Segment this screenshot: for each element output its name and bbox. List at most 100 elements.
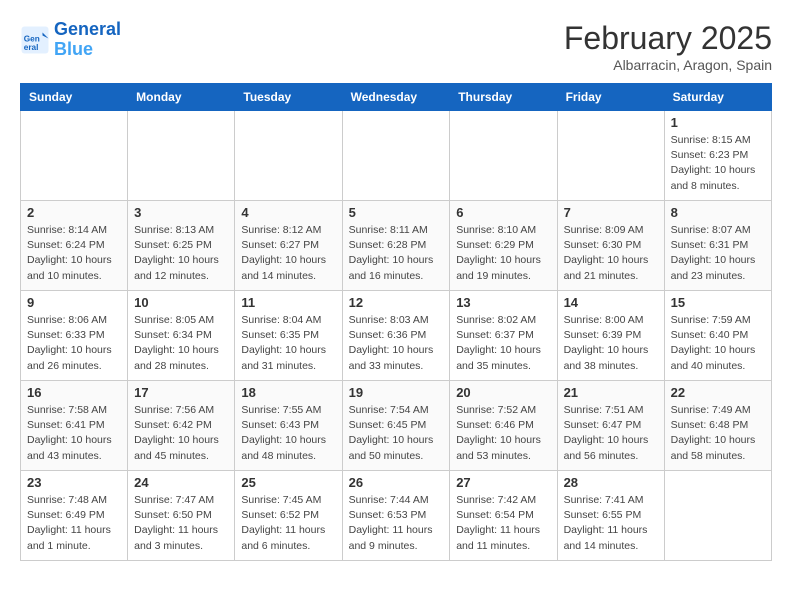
day-info: Sunrise: 8:13 AM Sunset: 6:25 PM Dayligh…	[134, 223, 228, 284]
day-info: Sunrise: 7:52 AM Sunset: 6:46 PM Dayligh…	[456, 403, 550, 464]
calendar-cell: 27 Sunrise: 7:42 AM Sunset: 6:54 PM Dayli…	[450, 471, 557, 561]
calendar-cell: 18 Sunrise: 7:55 AM Sunset: 6:43 PM Dayli…	[235, 381, 342, 471]
day-number: 6	[456, 205, 550, 220]
calendar-cell: 4 Sunrise: 8:12 AM Sunset: 6:27 PM Daylig…	[235, 201, 342, 291]
day-number: 26	[349, 475, 444, 490]
day-info: Sunrise: 8:03 AM Sunset: 6:36 PM Dayligh…	[349, 313, 444, 374]
day-info: Sunrise: 7:59 AM Sunset: 6:40 PM Dayligh…	[671, 313, 765, 374]
day-number: 1	[671, 115, 765, 130]
day-number: 16	[27, 385, 121, 400]
day-info: Sunrise: 8:12 AM Sunset: 6:27 PM Dayligh…	[241, 223, 335, 284]
weekday-header-thursday: Thursday	[450, 84, 557, 111]
calendar-cell: 21 Sunrise: 7:51 AM Sunset: 6:47 PM Dayli…	[557, 381, 664, 471]
day-info: Sunrise: 8:11 AM Sunset: 6:28 PM Dayligh…	[349, 223, 444, 284]
calendar-cell	[557, 111, 664, 201]
weekday-header-monday: Monday	[128, 84, 235, 111]
calendar-cell: 22Sunrise: 7:49 AM Sunset: 6:48 PM Dayli…	[664, 381, 771, 471]
weekday-header-wednesday: Wednesday	[342, 84, 450, 111]
day-info: Sunrise: 7:47 AM Sunset: 6:50 PM Dayligh…	[134, 493, 228, 554]
calendar-cell: 28 Sunrise: 7:41 AM Sunset: 6:55 PM Dayli…	[557, 471, 664, 561]
day-info: Sunrise: 7:42 AM Sunset: 6:54 PM Dayligh…	[456, 493, 550, 554]
logo: Gen eral GeneralBlue	[20, 20, 121, 60]
weekday-header-saturday: Saturday	[664, 84, 771, 111]
day-number: 3	[134, 205, 228, 220]
month-title: February 2025	[564, 20, 772, 57]
calendar-cell: 16 Sunrise: 7:58 AM Sunset: 6:41 PM Dayli…	[21, 381, 128, 471]
calendar-cell: 23 Sunrise: 7:48 AM Sunset: 6:49 PM Dayli…	[21, 471, 128, 561]
day-number: 14	[564, 295, 658, 310]
weekday-header-tuesday: Tuesday	[235, 84, 342, 111]
calendar-cell: 9 Sunrise: 8:06 AM Sunset: 6:33 PM Daylig…	[21, 291, 128, 381]
day-info: Sunrise: 8:05 AM Sunset: 6:34 PM Dayligh…	[134, 313, 228, 374]
calendar-cell: 12 Sunrise: 8:03 AM Sunset: 6:36 PM Dayli…	[342, 291, 450, 381]
calendar-cell: 2 Sunrise: 8:14 AM Sunset: 6:24 PM Daylig…	[21, 201, 128, 291]
day-number: 17	[134, 385, 228, 400]
day-info: Sunrise: 8:10 AM Sunset: 6:29 PM Dayligh…	[456, 223, 550, 284]
week-row-5: 23 Sunrise: 7:48 AM Sunset: 6:49 PM Dayli…	[21, 471, 772, 561]
day-info: Sunrise: 7:51 AM Sunset: 6:47 PM Dayligh…	[564, 403, 658, 464]
location-subtitle: Albarracin, Aragon, Spain	[564, 57, 772, 73]
day-info: Sunrise: 7:54 AM Sunset: 6:45 PM Dayligh…	[349, 403, 444, 464]
week-row-3: 9 Sunrise: 8:06 AM Sunset: 6:33 PM Daylig…	[21, 291, 772, 381]
day-number: 8	[671, 205, 765, 220]
calendar-cell: 13 Sunrise: 8:02 AM Sunset: 6:37 PM Dayli…	[450, 291, 557, 381]
day-number: 25	[241, 475, 335, 490]
day-info: Sunrise: 8:15 AM Sunset: 6:23 PM Dayligh…	[671, 133, 765, 194]
day-info: Sunrise: 7:41 AM Sunset: 6:55 PM Dayligh…	[564, 493, 658, 554]
calendar-cell	[128, 111, 235, 201]
day-info: Sunrise: 7:58 AM Sunset: 6:41 PM Dayligh…	[27, 403, 121, 464]
week-row-4: 16 Sunrise: 7:58 AM Sunset: 6:41 PM Dayli…	[21, 381, 772, 471]
calendar-cell	[235, 111, 342, 201]
calendar-cell: 19Sunrise: 7:54 AM Sunset: 6:45 PM Dayli…	[342, 381, 450, 471]
day-number: 7	[564, 205, 658, 220]
calendar-cell: 10 Sunrise: 8:05 AM Sunset: 6:34 PM Dayli…	[128, 291, 235, 381]
calendar-cell: 3 Sunrise: 8:13 AM Sunset: 6:25 PM Daylig…	[128, 201, 235, 291]
calendar-cell	[450, 111, 557, 201]
weekday-header-row: SundayMondayTuesdayWednesdayThursdayFrid…	[21, 84, 772, 111]
day-info: Sunrise: 8:04 AM Sunset: 6:35 PM Dayligh…	[241, 313, 335, 374]
calendar-cell: 20Sunrise: 7:52 AM Sunset: 6:46 PM Dayli…	[450, 381, 557, 471]
day-number: 18	[241, 385, 335, 400]
calendar-cell: 8 Sunrise: 8:07 AM Sunset: 6:31 PM Daylig…	[664, 201, 771, 291]
day-number: 5	[349, 205, 444, 220]
logo-text: GeneralBlue	[54, 20, 121, 60]
day-number: 2	[27, 205, 121, 220]
calendar-cell: 14Sunrise: 8:00 AM Sunset: 6:39 PM Dayli…	[557, 291, 664, 381]
title-area: February 2025 Albarracin, Aragon, Spain	[564, 20, 772, 73]
svg-text:eral: eral	[24, 43, 39, 52]
calendar-cell: 15Sunrise: 7:59 AM Sunset: 6:40 PM Dayli…	[664, 291, 771, 381]
day-number: 12	[349, 295, 444, 310]
day-number: 21	[564, 385, 658, 400]
calendar-cell: 24 Sunrise: 7:47 AM Sunset: 6:50 PM Dayli…	[128, 471, 235, 561]
day-info: Sunrise: 8:02 AM Sunset: 6:37 PM Dayligh…	[456, 313, 550, 374]
day-info: Sunrise: 7:55 AM Sunset: 6:43 PM Dayligh…	[241, 403, 335, 464]
day-number: 28	[564, 475, 658, 490]
calendar-cell: 25Sunrise: 7:45 AM Sunset: 6:52 PM Dayli…	[235, 471, 342, 561]
day-number: 22	[671, 385, 765, 400]
day-info: Sunrise: 8:14 AM Sunset: 6:24 PM Dayligh…	[27, 223, 121, 284]
day-number: 11	[241, 295, 335, 310]
day-number: 27	[456, 475, 550, 490]
day-info: Sunrise: 8:06 AM Sunset: 6:33 PM Dayligh…	[27, 313, 121, 374]
day-number: 24	[134, 475, 228, 490]
weekday-header-friday: Friday	[557, 84, 664, 111]
calendar-cell: 26 Sunrise: 7:44 AM Sunset: 6:53 PM Dayli…	[342, 471, 450, 561]
day-number: 13	[456, 295, 550, 310]
calendar-cell: 1 Sunrise: 8:15 AM Sunset: 6:23 PM Daylig…	[664, 111, 771, 201]
header: Gen eral GeneralBlue February 2025 Albar…	[20, 20, 772, 73]
calendar-cell	[664, 471, 771, 561]
day-info: Sunrise: 7:44 AM Sunset: 6:53 PM Dayligh…	[349, 493, 444, 554]
day-number: 23	[27, 475, 121, 490]
day-number: 10	[134, 295, 228, 310]
day-info: Sunrise: 7:48 AM Sunset: 6:49 PM Dayligh…	[27, 493, 121, 554]
calendar-cell: 11 Sunrise: 8:04 AM Sunset: 6:35 PM Dayli…	[235, 291, 342, 381]
calendar-cell: 17 Sunrise: 7:56 AM Sunset: 6:42 PM Dayli…	[128, 381, 235, 471]
day-info: Sunrise: 8:07 AM Sunset: 6:31 PM Dayligh…	[671, 223, 765, 284]
day-number: 4	[241, 205, 335, 220]
day-number: 9	[27, 295, 121, 310]
week-row-1: 1 Sunrise: 8:15 AM Sunset: 6:23 PM Daylig…	[21, 111, 772, 201]
week-row-2: 2 Sunrise: 8:14 AM Sunset: 6:24 PM Daylig…	[21, 201, 772, 291]
day-info: Sunrise: 7:56 AM Sunset: 6:42 PM Dayligh…	[134, 403, 228, 464]
calendar-cell	[21, 111, 128, 201]
calendar-table: SundayMondayTuesdayWednesdayThursdayFrid…	[20, 83, 772, 561]
